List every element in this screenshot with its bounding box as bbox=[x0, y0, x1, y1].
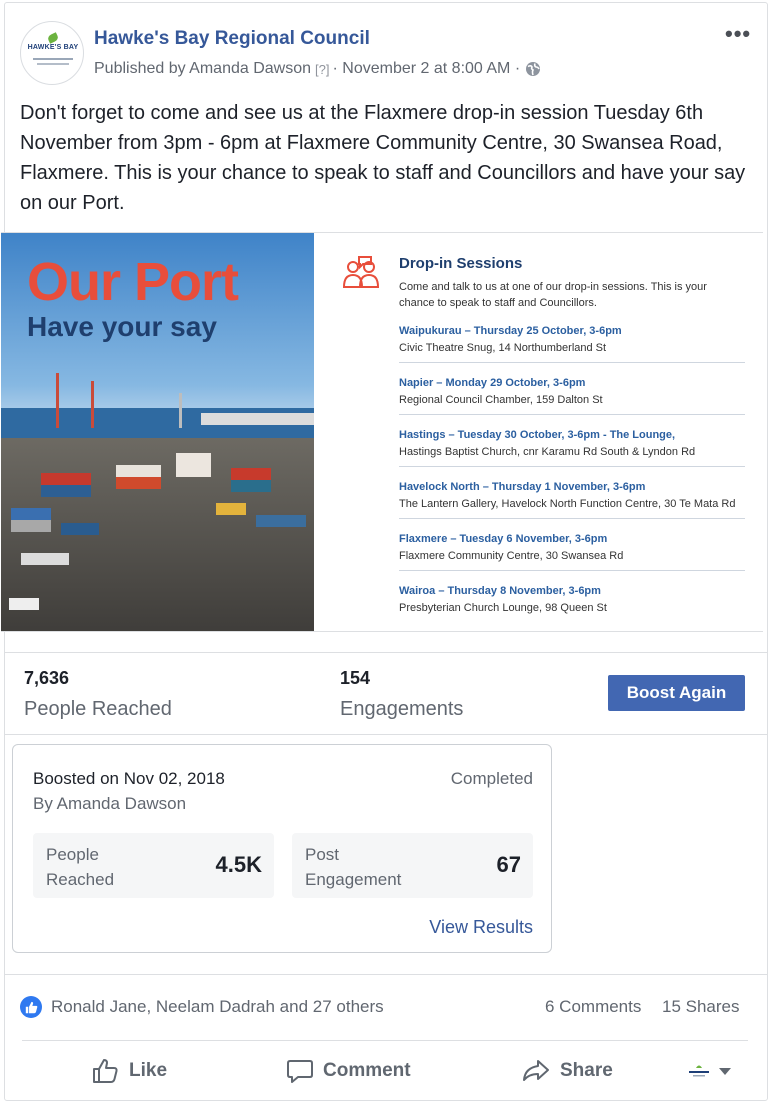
container-stack bbox=[116, 465, 161, 477]
image-title: Our Port bbox=[27, 252, 239, 312]
logo-line bbox=[33, 58, 73, 60]
port-photo: Our Port Have your say bbox=[1, 233, 314, 631]
post-engagement-metric: Post Engagement 67 bbox=[292, 833, 533, 898]
comment-label: Comment bbox=[323, 1060, 411, 1081]
comments-count-link[interactable]: 6 Comments bbox=[545, 997, 641, 1017]
container-stack bbox=[11, 520, 51, 532]
globe-icon[interactable] bbox=[525, 61, 541, 77]
container-stack bbox=[9, 598, 39, 610]
crane-icon bbox=[56, 373, 59, 428]
container-stack bbox=[116, 477, 161, 489]
crane-icon bbox=[91, 381, 94, 428]
metric-value: 67 bbox=[496, 852, 521, 877]
photo-pier bbox=[201, 413, 314, 425]
view-results-link[interactable]: View Results bbox=[429, 917, 533, 938]
boost-summary-card: Boosted on Nov 02, 2018 By Amanda Dawson… bbox=[12, 744, 552, 953]
metric-value: 4.5K bbox=[215, 852, 262, 877]
like-button[interactable]: Like bbox=[92, 1056, 167, 1086]
session-title: Flaxmere – Tuesday 6 November, 3-6pm bbox=[399, 533, 608, 545]
logo-leaf-icon bbox=[46, 32, 60, 44]
status-badge: Completed bbox=[450, 769, 533, 788]
crane-icon bbox=[179, 393, 182, 428]
session-title: Hastings – Tuesday 30 October, 3-6pm - T… bbox=[399, 429, 676, 441]
people-reached-value: 7,636 bbox=[24, 668, 70, 688]
avatar-logo-text: HAWKE'S BAY bbox=[27, 44, 79, 51]
share-label: Share bbox=[560, 1060, 613, 1081]
people-icon bbox=[342, 256, 380, 288]
metric-label: Post Engagement bbox=[305, 845, 402, 889]
post-date-link[interactable]: November 2 at 8:00 AM bbox=[342, 60, 510, 78]
session-item: Hastings – Tuesday 30 October, 3-6pm - T… bbox=[399, 427, 745, 467]
session-item: Napier – Monday 29 October, 3-6pm Region… bbox=[399, 375, 745, 415]
people-reached-metric: People Reached 4.5K bbox=[33, 833, 274, 898]
engagements-label: Engagements bbox=[340, 698, 464, 720]
session-title: Wairoa – Thursday 8 November, 3-6pm bbox=[399, 585, 601, 597]
container-stack bbox=[21, 553, 69, 565]
boost-date: Boosted on Nov 02, 2018 bbox=[33, 769, 225, 788]
session-item: Flaxmere – Tuesday 6 November, 3-6pm Fla… bbox=[399, 531, 745, 571]
post-meta: Published by Amanda Dawson [?] · Novembe… bbox=[94, 60, 541, 78]
post-text: Don't forget to come and see us at the F… bbox=[20, 102, 746, 214]
chevron-down-icon bbox=[719, 1068, 731, 1075]
session-place: Hastings Baptist Church, cnr Karamu Rd S… bbox=[399, 446, 696, 458]
comment-icon bbox=[287, 1060, 313, 1083]
page-switcher[interactable] bbox=[686, 1060, 736, 1082]
session-item: Havelock North – Thursday 1 November, 3-… bbox=[399, 479, 745, 519]
share-icon bbox=[523, 1060, 549, 1081]
post-image[interactable]: Our Port Have your say Drop-in Sessions … bbox=[1, 232, 763, 632]
sessions-intro: Come and talk to us at one of our drop-i… bbox=[399, 281, 707, 309]
help-marker[interactable]: [?] bbox=[315, 62, 329, 77]
shares-count-link[interactable]: 15 Shares bbox=[662, 997, 740, 1017]
meta-separator: · bbox=[332, 60, 338, 77]
container-stack bbox=[256, 515, 306, 527]
container-stack bbox=[61, 523, 99, 535]
container-stack bbox=[231, 468, 271, 480]
meta-separator: · bbox=[514, 60, 521, 77]
reactors-link[interactable]: Ronald Jane, Neelam Dadrah and 27 others bbox=[51, 997, 384, 1017]
boost-by: By Amanda Dawson bbox=[33, 794, 187, 813]
session-item: Wairoa – Thursday 8 November, 3-6pm Pres… bbox=[399, 583, 745, 622]
container-stack bbox=[176, 453, 211, 465]
sessions-title: Drop-in Sessions bbox=[399, 255, 523, 272]
session-place: Flaxmere Community Centre, 30 Swansea Rd bbox=[399, 550, 624, 562]
thumbs-up-icon bbox=[25, 1001, 37, 1013]
session-place: The Lantern Gallery, Havelock North Func… bbox=[399, 498, 736, 510]
image-subtitle: Have your say bbox=[27, 311, 217, 342]
session-item: Waipukurau – Thursday 25 October, 3-6pm … bbox=[399, 323, 745, 363]
container-stack bbox=[216, 503, 246, 515]
session-place: Regional Council Chamber, 159 Dalton St bbox=[399, 394, 603, 406]
comment-button[interactable]: Comment bbox=[286, 1056, 411, 1086]
divider bbox=[5, 652, 767, 653]
container-stack bbox=[176, 465, 211, 477]
drop-in-sessions-panel: Drop-in Sessions Come and talk to us at … bbox=[331, 233, 763, 631]
page-name-link[interactable]: Hawke's Bay Regional Council bbox=[94, 28, 370, 50]
like-reaction-icon[interactable] bbox=[20, 996, 42, 1018]
divider bbox=[22, 1040, 748, 1041]
session-title: Napier – Monday 29 October, 3-6pm bbox=[399, 377, 586, 389]
like-label: Like bbox=[129, 1060, 168, 1081]
container-stack bbox=[231, 480, 271, 492]
published-by: Published by Amanda Dawson bbox=[94, 60, 312, 77]
session-place: Civic Theatre Snug, 14 Northumberland St bbox=[399, 342, 607, 354]
page-avatar[interactable]: HAWKE'S BAY bbox=[20, 21, 84, 85]
logo-line bbox=[37, 63, 69, 65]
container-stack bbox=[11, 508, 51, 520]
more-options-icon[interactable]: ••• bbox=[725, 23, 751, 45]
container-stack bbox=[41, 485, 91, 497]
session-title: Waipukurau – Thursday 25 October, 3-6pm bbox=[399, 325, 622, 337]
session-title: Havelock North – Thursday 1 November, 3-… bbox=[399, 481, 646, 493]
thumbs-up-icon bbox=[93, 1059, 118, 1083]
container-stack bbox=[41, 473, 91, 485]
people-reached-label: People Reached bbox=[24, 698, 172, 720]
share-button[interactable]: Share bbox=[521, 1056, 613, 1086]
boost-again-button[interactable]: Boost Again bbox=[608, 675, 745, 711]
session-place: Presbyterian Church Lounge, 98 Queen St bbox=[399, 602, 607, 614]
divider bbox=[5, 974, 767, 975]
metric-label: People Reached bbox=[46, 845, 115, 889]
divider bbox=[5, 734, 767, 735]
page-avatar-icon bbox=[689, 1065, 709, 1077]
engagements-value: 154 bbox=[340, 668, 371, 688]
